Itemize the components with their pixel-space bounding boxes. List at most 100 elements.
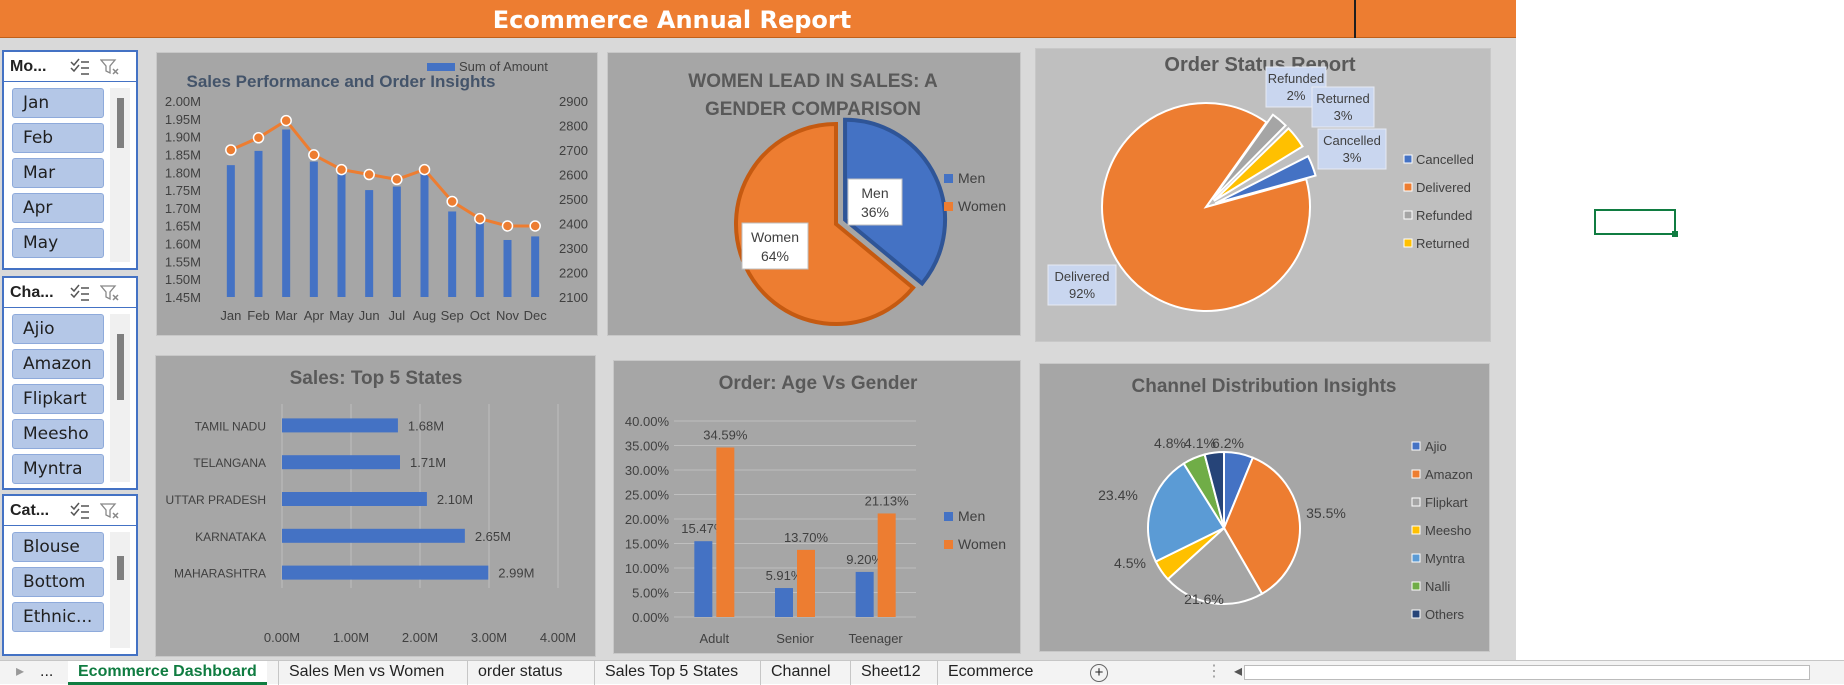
- chart-panel-channel[interactable]: Channel Distribution Insights 6.2% 35.5% 21…: [1039, 363, 1490, 652]
- gender-pie-chart: WOMEN LEAD IN SALES: A GENDER COMPARISON M…: [688, 71, 1006, 326]
- tab-sales-men-vs-women[interactable]: Sales Men vs Women: [278, 661, 454, 685]
- y-tick-label: 1.95M: [165, 112, 201, 127]
- y-tick-label: 1.85M: [165, 147, 201, 162]
- y-tick-label: 35.00%: [625, 439, 670, 454]
- series-line-orders: [230, 118, 536, 228]
- line-point: [418, 163, 431, 176]
- tab-channel[interactable]: Channel: [760, 661, 841, 685]
- chart-title: GENDER COMPARISON: [705, 99, 921, 120]
- legend-swatch: [944, 174, 953, 183]
- x-tick-label: Aug: [413, 308, 436, 323]
- line-point: [446, 195, 458, 208]
- y-tick-label: 2.00M: [165, 94, 201, 109]
- chart-title: Sales Performance and Order Insights: [187, 72, 496, 91]
- bar-state: [282, 528, 465, 543]
- bar-men: [694, 541, 713, 617]
- bar-sum-of-amount: [254, 150, 263, 297]
- x-tick-label: Mar: [275, 308, 298, 323]
- y2-tick-label: 2800: [559, 119, 588, 134]
- line-point: [225, 144, 237, 156]
- chart-panel-sales-performance[interactable]: Sales Performance and Order Insights Sum …: [156, 52, 598, 336]
- selected-cell[interactable]: [1594, 209, 1678, 237]
- x-tick-label: 4.00M: [540, 630, 576, 645]
- y-tick-label: 1.90M: [165, 130, 201, 145]
- slicer-channel-header: Cha...: [4, 278, 136, 308]
- y-tick-label: 1.60M: [165, 237, 201, 252]
- multi-select-icon[interactable]: [68, 500, 92, 522]
- legend-swatch: [1403, 182, 1413, 192]
- y-tick-label: 5.00%: [632, 586, 669, 601]
- slicer-item[interactable]: Apr: [12, 193, 104, 223]
- tab-sheet12[interactable]: Sheet12: [850, 661, 931, 685]
- clear-filter-icon[interactable]: [98, 282, 122, 304]
- x-tick-label: Senior: [776, 631, 814, 646]
- y2-tick-label: 2700: [559, 143, 588, 158]
- chart-panel-top-states[interactable]: Sales: Top 5 States 0.00M 1.00M 2.00M 3.00M 4…: [155, 355, 596, 657]
- tab-more[interactable]: ...: [30, 661, 63, 685]
- line-point: [252, 132, 265, 144]
- chart-panel-gender[interactable]: WOMEN LEAD IN SALES: A GENDER COMPARISON M…: [607, 52, 1021, 336]
- chart-title: Channel Distribution Insights: [1132, 376, 1397, 397]
- clear-filter-icon[interactable]: [98, 500, 122, 522]
- bar-state: [282, 418, 398, 433]
- y-tick-label: TAMIL NADU: [195, 419, 266, 433]
- slicer-item[interactable]: Myntra: [12, 454, 104, 484]
- data-label: 2.65M: [475, 529, 511, 544]
- slicer-item[interactable]: May: [12, 228, 104, 258]
- y2-tick-label: 2200: [559, 266, 588, 281]
- data-label: 2.99M: [498, 566, 534, 581]
- legend-label: Cancelled: [1416, 152, 1474, 167]
- slicer-scrollbar[interactable]: [110, 532, 130, 648]
- scrollbar-thumb[interactable]: [117, 98, 124, 148]
- tab-ecommerce[interactable]: Ecommerce: [937, 661, 1043, 685]
- bar-men: [855, 571, 874, 617]
- add-sheet-button[interactable]: +: [1080, 661, 1118, 685]
- slicer-item[interactable]: Jan: [12, 88, 104, 118]
- horizontal-scrollbar[interactable]: [1244, 665, 1810, 680]
- fill-handle[interactable]: [1672, 231, 1678, 237]
- legend-swatch: [944, 202, 953, 211]
- x-tick-label: Sep: [441, 308, 464, 323]
- slicer-item[interactable]: Mar: [12, 158, 104, 188]
- x-tick-label: 1.00M: [333, 630, 369, 645]
- data-label: 2.10M: [437, 492, 473, 507]
- x-tick-label: Nov: [496, 308, 520, 323]
- tab-ecommerce-dashboard[interactable]: Ecommerce Dashboard: [68, 661, 267, 685]
- bar-sum-of-amount: [282, 129, 291, 297]
- multi-select-icon[interactable]: [68, 56, 92, 78]
- x-tick-label: Oct: [470, 308, 491, 323]
- slicer-item[interactable]: Feb: [12, 123, 104, 153]
- line-point: [501, 220, 514, 232]
- y-tick-label: 40.00%: [625, 414, 670, 429]
- chart-panel-age-gender[interactable]: Order: Age Vs Gender 0.00% 5.00% 10.00% 15.0…: [613, 360, 1021, 654]
- slicer-item[interactable]: Ajio: [12, 314, 104, 344]
- tab-sales-top-5-states[interactable]: Sales Top 5 States: [594, 661, 748, 685]
- data-label: 4.5%: [1114, 555, 1146, 571]
- slicer-scrollbar[interactable]: [110, 314, 130, 482]
- slicer-category-header: Cat...: [4, 496, 136, 526]
- legend-label: Men: [958, 170, 985, 186]
- slicer-item[interactable]: Blouse: [12, 532, 104, 562]
- scrollbar-thumb[interactable]: [117, 556, 124, 580]
- report-title: Ecommerce Annual Report: [492, 6, 852, 34]
- bar-women: [877, 513, 896, 617]
- data-label: 23.4%: [1098, 487, 1138, 503]
- multi-select-icon[interactable]: [68, 282, 92, 304]
- slicer-scrollbar[interactable]: [110, 88, 130, 262]
- line-point: [529, 220, 541, 232]
- tab-order-status[interactable]: order status: [467, 661, 572, 685]
- slicer-item[interactable]: Flipkart: [12, 384, 104, 414]
- chart-panel-order-status[interactable]: Order Status Report Refunded 2% Returned 3% C…: [1035, 48, 1491, 342]
- slicer-item[interactable]: Amazon: [12, 349, 104, 379]
- data-label-cancelled-pct: 3%: [1343, 150, 1362, 165]
- slicer-item[interactable]: Ethnic...: [12, 602, 104, 632]
- scrollbar-thumb[interactable]: [117, 334, 124, 400]
- bar-women: [716, 447, 735, 617]
- legend-label: Nalli: [1425, 579, 1450, 594]
- bar-state: [282, 455, 400, 470]
- data-label: 34.59%: [703, 428, 748, 443]
- clear-filter-icon[interactable]: [98, 56, 122, 78]
- slicer-item[interactable]: Bottom: [12, 567, 104, 597]
- data-label-delivered: Delivered: [1055, 269, 1110, 284]
- slicer-item[interactable]: Meesho: [12, 419, 104, 449]
